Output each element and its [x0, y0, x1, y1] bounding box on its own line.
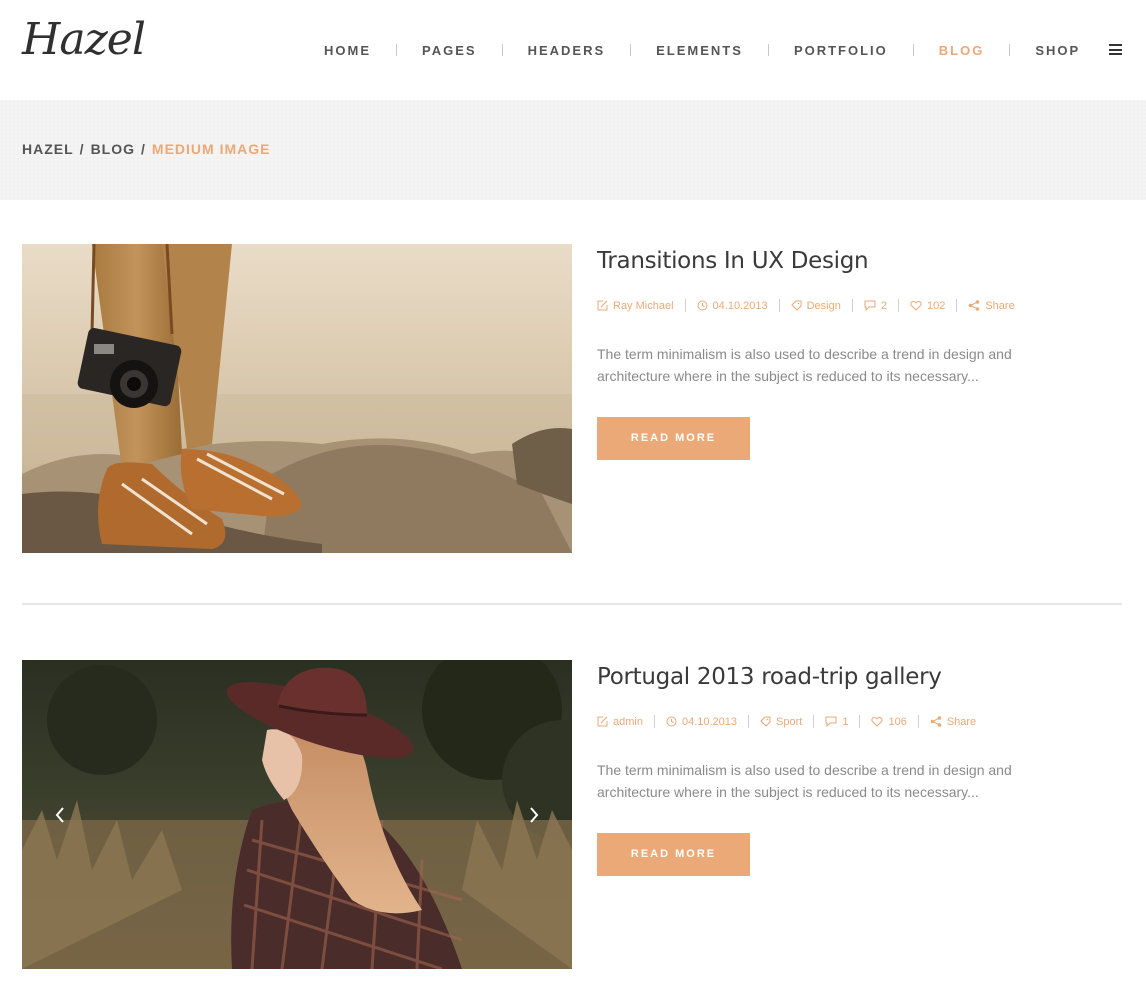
nav-divider — [912, 44, 914, 56]
post-content: Portugal 2013 road-trip gallery admin 04… — [597, 660, 1122, 876]
nav-divider — [767, 44, 769, 56]
meta-category[interactable]: Sport — [760, 716, 802, 728]
breadcrumb-blog[interactable]: BLOG — [91, 141, 135, 157]
gallery-prev-button[interactable] — [51, 805, 69, 825]
meta-author-name: Ray Michael — [613, 299, 674, 312]
meta-divider — [859, 715, 861, 728]
post-meta: admin 04.10.2013 Sport 1 106 Share — [597, 715, 1122, 728]
meta-divider — [956, 299, 958, 312]
tag-icon — [790, 300, 802, 311]
post-image[interactable] — [22, 244, 572, 553]
meta-share[interactable]: Share — [968, 299, 1015, 312]
post-gallery[interactable] — [22, 660, 572, 969]
heart-icon — [910, 300, 922, 311]
nav-item-shop[interactable]: SHOP — [1035, 43, 1080, 58]
chevron-right-icon — [530, 807, 539, 823]
meta-comments-count: 1 — [842, 715, 849, 728]
post-content: Transitions In UX Design Ray Michael 04.… — [597, 244, 1122, 460]
meta-date-value: 04.10.2013 — [712, 299, 768, 312]
read-more-button[interactable]: READ MORE — [597, 833, 750, 876]
meta-divider — [778, 299, 780, 312]
meta-comments[interactable]: 2 — [864, 300, 887, 312]
post-meta: Ray Michael 04.10.2013 Design 2 102 Shar… — [597, 299, 1122, 312]
nav-item-portfolio[interactable]: PORTFOLIO — [794, 43, 888, 58]
post-divider — [22, 603, 1122, 605]
meta-comments-count: 2 — [880, 299, 887, 312]
photo-woman-hat-field — [22, 660, 572, 969]
clock-icon — [697, 300, 708, 311]
nav-item-headers[interactable]: HEADERS — [528, 43, 606, 58]
breadcrumb-separator: / — [79, 141, 85, 157]
site-logo[interactable]: Hazel — [22, 14, 146, 65]
meta-divider — [851, 299, 853, 312]
main-nav: HOME PAGES HEADERS ELEMENTS PORTFOLIO BL… — [324, 41, 1080, 59]
breadcrumb-separator: / — [141, 141, 146, 157]
edit-icon — [597, 716, 608, 727]
meta-comments[interactable]: 1 — [825, 716, 848, 728]
gallery-next-button[interactable] — [525, 805, 543, 825]
nav-item-home[interactable]: HOME — [324, 43, 371, 58]
meta-divider — [813, 715, 815, 728]
meta-category-name: Sport — [776, 715, 803, 728]
blog-post: Portugal 2013 road-trip gallery admin 04… — [22, 660, 1122, 969]
meta-likes[interactable]: 102 — [910, 300, 945, 312]
photo-legs-camera-rocks — [22, 244, 572, 553]
tag-icon — [760, 716, 771, 727]
post-excerpt: The term minimalism is also used to desc… — [597, 762, 1012, 800]
meta-date[interactable]: 04.10.2013 — [697, 300, 768, 312]
nav-item-elements[interactable]: ELEMENTS — [656, 43, 743, 58]
clock-icon — [666, 716, 677, 727]
hamburger-icon[interactable] — [1109, 44, 1122, 55]
meta-author-name: admin — [613, 715, 643, 728]
comment-icon — [825, 716, 837, 727]
meta-category-name: Design — [806, 299, 841, 312]
share-icon — [930, 716, 942, 727]
meta-date[interactable]: 04.10.2013 — [666, 716, 737, 728]
meta-likes-count: 106 — [888, 715, 907, 728]
breadcrumb-current: MEDIUM IMAGE — [151, 141, 271, 157]
meta-author[interactable]: Ray Michael — [597, 300, 674, 312]
site-header: Hazel HOME PAGES HEADERS ELEMENTS PORTFO… — [0, 0, 1146, 100]
breadcrumb: HAZEL / BLOG / MEDIUM IMAGE — [22, 141, 270, 157]
post-excerpt: The term minimalism is also used to desc… — [597, 346, 1012, 384]
comment-icon — [864, 300, 876, 311]
meta-share-label: Share — [946, 715, 977, 728]
nav-item-blog[interactable]: BLOG — [939, 43, 985, 58]
post-title[interactable]: Portugal 2013 road-trip gallery — [597, 664, 1122, 690]
meta-date-value: 04.10.2013 — [681, 715, 738, 728]
heart-icon — [871, 716, 884, 727]
meta-category[interactable]: Design — [790, 299, 841, 312]
meta-share[interactable]: Share — [930, 716, 976, 728]
post-title[interactable]: Transitions In UX Design — [597, 248, 1122, 274]
read-more-button[interactable]: READ MORE — [597, 417, 750, 460]
chevron-left-icon — [55, 807, 64, 823]
share-icon — [969, 300, 980, 311]
nav-item-pages[interactable]: PAGES — [422, 43, 477, 58]
meta-likes-count: 102 — [926, 299, 946, 312]
nav-divider — [396, 44, 397, 56]
blog-post: Transitions In UX Design Ray Michael 04.… — [22, 244, 1122, 553]
meta-divider — [917, 715, 919, 728]
meta-divider — [897, 299, 899, 312]
edit-icon — [597, 300, 608, 311]
meta-likes[interactable]: 106 — [871, 715, 907, 728]
breadcrumb-home[interactable]: HAZEL — [22, 141, 74, 157]
meta-author[interactable]: admin — [597, 716, 643, 728]
meta-share-label: Share — [985, 299, 1015, 312]
meta-divider — [653, 715, 655, 728]
nav-divider — [501, 44, 503, 56]
nav-divider — [630, 44, 632, 56]
nav-divider — [1009, 44, 1011, 56]
meta-divider — [684, 299, 686, 312]
meta-divider — [748, 715, 750, 728]
